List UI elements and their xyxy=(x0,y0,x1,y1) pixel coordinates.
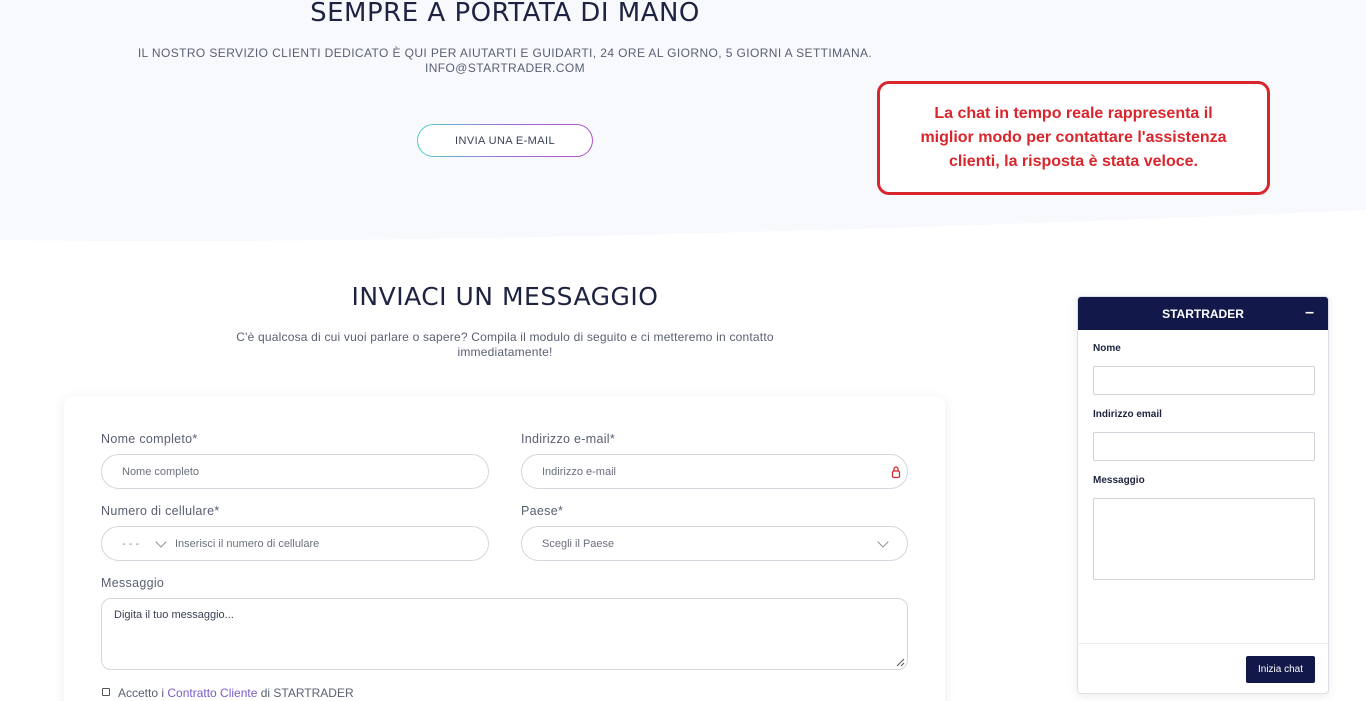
chevron-down-icon xyxy=(877,536,889,548)
phone-code-select[interactable]: - - - xyxy=(122,538,139,550)
email-input-placeholder: Indirizzo e-mail xyxy=(542,465,616,478)
annotation-callout-text: La chat in tempo reale rappresenta il mi… xyxy=(920,105,1227,170)
chat-message-label: Messaggio xyxy=(1093,475,1145,486)
send-email-button[interactable]: INVIA UNA E-MAIL xyxy=(417,124,593,157)
resize-handle-icon[interactable] xyxy=(896,658,905,667)
annotation-callout: La chat in tempo reale rappresenta il mi… xyxy=(877,81,1270,195)
chat-email-label: Indirizzo email xyxy=(1093,409,1162,420)
chat-title: STARTRADER xyxy=(1162,306,1244,321)
phone-label: Numero di cellulare* xyxy=(101,504,220,518)
phone-input-placeholder: Inserisci il numero di cellulare xyxy=(175,537,320,550)
start-chat-button[interactable]: Inizia chat xyxy=(1246,656,1315,683)
accept-prefix: Accetto i xyxy=(118,686,168,700)
country-select[interactable]: Scegli il Paese xyxy=(521,526,908,561)
accept-terms-label: Accetto i Contratto Cliente di STARTRADE… xyxy=(118,686,354,700)
hero-wave-divider xyxy=(0,210,1366,250)
name-input[interactable]: Nome completo xyxy=(101,454,489,489)
email-label: Indirizzo e-mail* xyxy=(521,432,616,446)
minimize-button[interactable]: – xyxy=(1305,304,1314,322)
chat-footer: Inizia chat xyxy=(1078,643,1328,693)
message-textarea[interactable]: Digita il tuo messaggio... xyxy=(101,598,908,670)
phone-input[interactable]: - - - Inserisci il numero di cellulare xyxy=(101,526,489,561)
hero-subtitle: IL NOSTRO SERVIZIO CLIENTI DEDICATO È QU… xyxy=(0,46,1010,76)
country-select-placeholder: Scegli il Paese xyxy=(542,537,615,550)
contact-title: INVIACI UN MESSAGGIO xyxy=(351,282,659,311)
name-input-placeholder: Nome completo xyxy=(122,465,200,478)
message-textarea-placeholder: Digita il tuo messaggio... xyxy=(114,609,234,621)
accept-terms-checkbox[interactable] xyxy=(102,688,110,696)
chat-name-input[interactable] xyxy=(1093,366,1315,395)
message-label: Messaggio xyxy=(101,576,165,590)
country-label: Paese* xyxy=(521,504,564,518)
client-contract-link[interactable]: Contratto Cliente xyxy=(167,686,257,700)
contact-subtitle: C'è qualcosa di cui vuoi parlare o saper… xyxy=(236,330,774,359)
chat-header: STARTRADER – xyxy=(1078,297,1328,330)
chat-widget: STARTRADER – Nome Indirizzo email Messag… xyxy=(1077,296,1329,694)
accept-suffix: di STARTRADER xyxy=(257,686,354,700)
hero-subtitle-text: IL NOSTRO SERVIZIO CLIENTI DEDICATO È QU… xyxy=(137,46,873,60)
password-manager-icon[interactable] xyxy=(891,465,901,479)
hero-email: INFO@STARTRADER.COM xyxy=(424,61,585,75)
chat-name-label: Nome xyxy=(1093,343,1121,354)
chat-message-input[interactable] xyxy=(1093,498,1315,580)
chevron-down-icon xyxy=(155,536,167,548)
chat-email-input[interactable] xyxy=(1093,432,1315,461)
email-input[interactable]: Indirizzo e-mail xyxy=(521,454,908,489)
hero-title: SEMPRE A PORTATA DI MANO xyxy=(310,0,700,28)
name-label: Nome completo* xyxy=(101,432,198,446)
